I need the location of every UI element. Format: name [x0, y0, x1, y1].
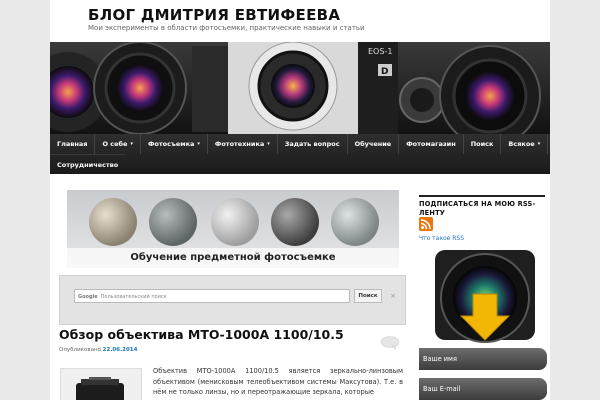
nav-item-label: О себе [102, 140, 128, 148]
chevron-down-icon: ▾ [537, 141, 541, 147]
nav-item-phototech[interactable]: Фототехника ▾ [208, 134, 278, 154]
name-field[interactable]: Ваше имя [419, 348, 547, 370]
nav-item-label: Фототехника [214, 140, 265, 148]
nav-row-2: Сотрудничество [50, 154, 126, 175]
custom-search-box: Google Пользовательский поиск Поиск × [59, 275, 406, 325]
rss-icon[interactable] [419, 217, 433, 231]
nav-item-label: Главная [57, 140, 88, 148]
page: БЛОГ ДМИТРИЯ ЕВТИФЕЕВА Мои эксперименты … [50, 0, 550, 400]
chevron-down-icon: ▾ [130, 141, 133, 147]
post-title[interactable]: Обзор объектива МТО-1000А 1100/10.5 [59, 327, 344, 342]
nav-item-home[interactable]: Главная [50, 134, 96, 154]
nav-item-about[interactable]: О себе ▾ [95, 134, 141, 154]
stone-spheres-illustration [89, 198, 379, 246]
nav-item-label: Задать вопрос [284, 140, 340, 148]
nav-item-photoshop[interactable]: Фотомагазин [399, 134, 464, 154]
nav-item-photography[interactable]: Фотосъемка ▾ [141, 134, 208, 154]
post-thumbnail-lens[interactable] [60, 368, 142, 400]
chevron-down-icon: ▾ [197, 141, 200, 147]
nav-item-misc[interactable]: Всякое ▾ [501, 134, 549, 154]
nav-item-label: Фотомагазин [406, 140, 456, 148]
comment-bubble-icon[interactable] [380, 336, 400, 350]
search-placeholder: Пользовательский поиск [100, 294, 167, 300]
promo-banner-product-photography[interactable]: Обучение предметной фотосъемке [67, 190, 399, 268]
nav-item-label: Всякое [508, 140, 535, 148]
nav-item-label: Сотрудничество [57, 161, 119, 169]
nav-item-label: Фотосъемка [147, 140, 195, 148]
nav-row-1: Главная О себе ▾ Фотосъемка ▾ Фототехника ▾… [50, 134, 549, 154]
nav-item-search[interactable]: Поиск [464, 134, 502, 154]
main-navigation: Главная О себе ▾ Фотосъемка ▾ Фототехника ▾… [50, 134, 550, 174]
close-icon[interactable]: × [387, 289, 399, 303]
nav-item-cooperation[interactable]: Сотрудничество [50, 155, 125, 175]
post-date[interactable]: 22.06.2014 [103, 347, 138, 353]
header-banner-image[interactable]: EOS-1 D [50, 42, 550, 134]
nav-item-ask-question[interactable]: Задать вопрос [278, 134, 348, 154]
promo-caption: Обучение предметной фотосъемке [67, 248, 399, 268]
google-logo: Google [78, 294, 98, 300]
subscribe-widget-title: ПОДПИСАТЬСЯ НА МОЮ RSS-ЛЕНТУ [419, 195, 545, 218]
lens-thumbnail-icon [76, 377, 124, 400]
site-description: Мои эксперименты в области фотосъемки, п… [88, 24, 365, 32]
sidebar: ПОДПИСАТЬСЯ НА МОЮ RSS-ЛЕНТУ Что такое R… [419, 190, 549, 400]
search-input[interactable]: Google Пользовательский поиск [74, 289, 350, 303]
camera-lenses-illustration: EOS-1 D [50, 42, 550, 134]
search-button[interactable]: Поиск [354, 289, 382, 303]
what-is-rss-link[interactable]: Что такое RSS [419, 235, 464, 242]
svg-text:D: D [381, 67, 388, 77]
post-meta: Опубликовано 22.06.2014 [59, 347, 137, 353]
nav-item-training[interactable]: Обучение [348, 134, 400, 154]
nav-item-label: Обучение [354, 140, 392, 148]
post-excerpt: Объектив МТО-1000А 1100/10.5 является зе… [153, 367, 403, 396]
post-meta-prefix: Опубликовано [59, 347, 101, 353]
chevron-down-icon: ▾ [267, 141, 270, 147]
nav-item-label: Поиск [470, 140, 494, 148]
site-title[interactable]: БЛОГ ДМИТРИЯ ЕВТИФЕЕВА [88, 6, 340, 24]
svg-text:EOS-1: EOS-1 [368, 47, 392, 56]
email-field[interactable]: Ваш E-mail [419, 378, 547, 400]
